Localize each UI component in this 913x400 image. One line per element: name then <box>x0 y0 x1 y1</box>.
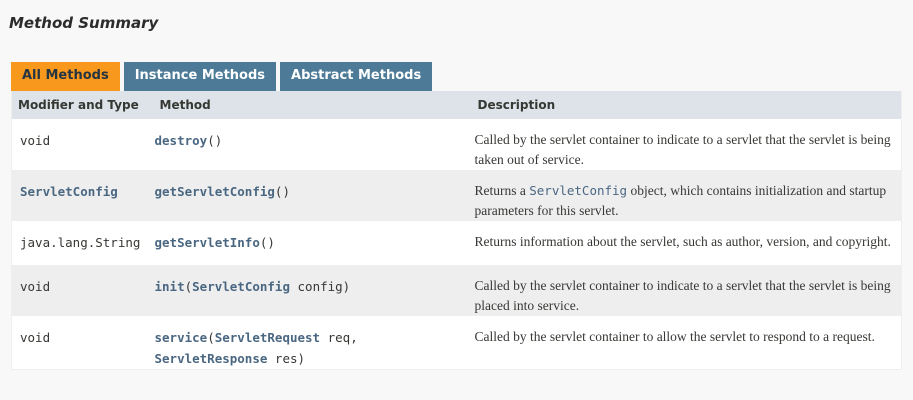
return-type: void <box>11 265 154 316</box>
table-header-row: Modifier and Type Method Description <box>11 91 902 119</box>
section-title: Method Summary <box>9 14 159 32</box>
table-row: void destroy() Called by the servlet con… <box>11 119 902 170</box>
paren-close: ) <box>297 351 306 366</box>
method-description: Returns information about the servlet, s… <box>471 221 902 265</box>
method-tabs: All Methods Instance Methods Abstract Me… <box>11 62 436 91</box>
method-description: Called by the servlet container to allow… <box>471 316 902 370</box>
column-header-method: Method <box>153 91 472 119</box>
param-type-link[interactable]: ServletConfig <box>192 279 290 294</box>
return-type: void <box>11 316 154 370</box>
description-text: Returns a <box>474 183 530 198</box>
method-link-service[interactable]: service <box>155 330 208 345</box>
method-params: () <box>274 184 290 199</box>
comma: , <box>350 330 358 345</box>
param-type-link[interactable]: ServletRequest <box>215 330 320 345</box>
method-signature: getServletConfig() <box>153 170 472 221</box>
table-row: ServletConfig getServletConfig() Returns… <box>11 170 902 221</box>
param-name: req <box>327 330 351 345</box>
param-type-link[interactable]: ServletResponse <box>155 351 268 366</box>
paren-close: ) <box>342 279 351 294</box>
param-name: config <box>297 279 343 294</box>
table-row: void init(ServletConfig config) Called b… <box>11 265 902 316</box>
param-name: res <box>274 351 298 366</box>
return-type: java.lang.String <box>11 221 154 265</box>
table-row: java.lang.String getServletInfo() Return… <box>11 221 902 265</box>
method-description: Called by the servlet container to indic… <box>471 265 902 316</box>
method-signature: getServletInfo() <box>153 221 472 265</box>
paren-open: ( <box>184 279 193 294</box>
method-link-getservletinfo[interactable]: getServletInfo <box>155 235 260 250</box>
description-code-link[interactable]: ServletConfig <box>529 183 627 198</box>
type-link-servletconfig[interactable]: ServletConfig <box>20 184 118 199</box>
table-row: void service(ServletRequest req, ServletR… <box>11 316 902 370</box>
column-header-modifier: Modifier and Type <box>11 91 154 119</box>
method-signature: service(ServletRequest req, ServletRespon… <box>153 316 472 370</box>
column-header-description: Description <box>471 91 902 119</box>
method-signature: destroy() <box>153 119 472 170</box>
javadoc-page: Method Summary All Methods Instance Meth… <box>0 0 913 400</box>
method-link-getservletconfig[interactable]: getServletConfig <box>155 184 275 199</box>
method-link-init[interactable]: init <box>155 279 185 294</box>
method-description: Called by the servlet container to indic… <box>471 119 902 170</box>
paren-open: ( <box>207 330 215 345</box>
tab-all-methods[interactable]: All Methods <box>11 62 120 91</box>
method-description: Returns a ServletConfig object, which co… <box>471 170 902 221</box>
return-type: ServletConfig <box>11 170 154 221</box>
method-params: () <box>259 235 275 250</box>
method-signature: init(ServletConfig config) <box>153 265 472 316</box>
tab-instance-methods[interactable]: Instance Methods <box>123 62 277 91</box>
method-summary-table: Modifier and Type Method Description voi… <box>11 91 902 370</box>
tab-abstract-methods[interactable]: Abstract Methods <box>280 62 433 91</box>
method-params: () <box>207 133 223 148</box>
return-type: void <box>11 119 154 170</box>
method-link-destroy[interactable]: destroy <box>155 133 208 148</box>
